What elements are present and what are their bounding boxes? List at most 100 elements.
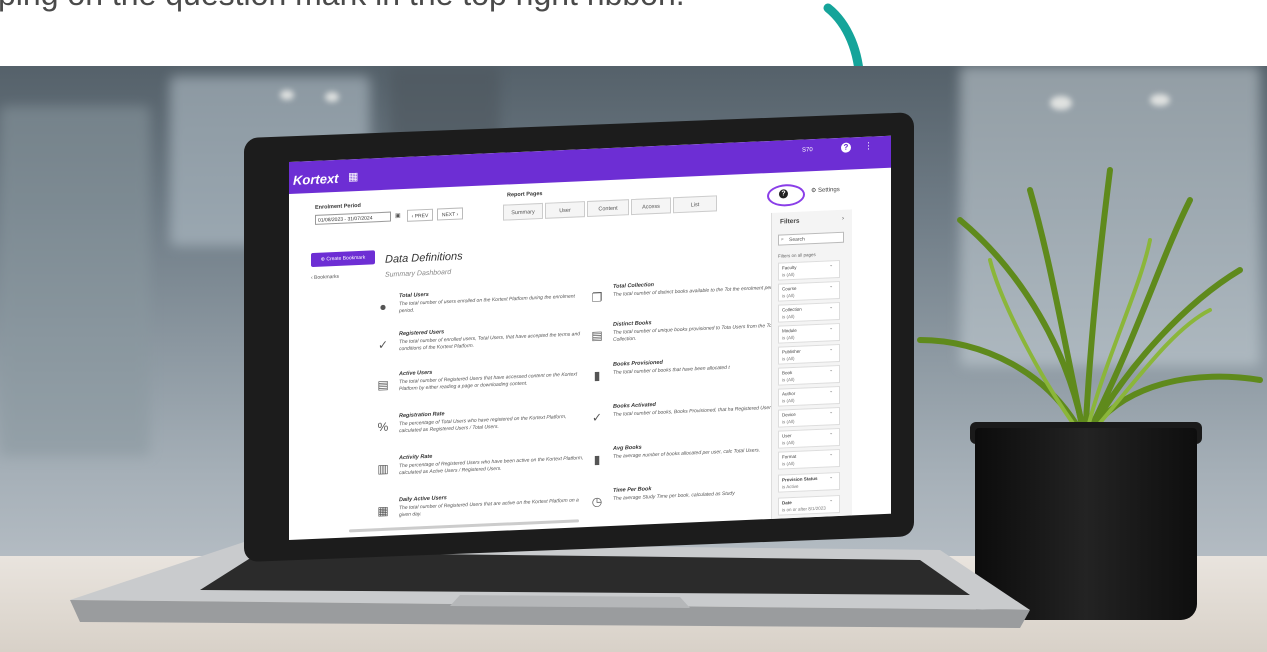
filters-title: Filters xyxy=(780,217,800,226)
next-button[interactable]: NEXT › xyxy=(437,207,463,221)
filter-name: Collection xyxy=(782,306,802,313)
definition-total-users: ● Total Users The total number of users … xyxy=(377,285,587,314)
user-calendar-icon: ▦ xyxy=(377,503,389,519)
definition-title: Total Collection xyxy=(613,282,655,290)
kortext-logo[interactable]: Kortext xyxy=(293,171,339,188)
enrolment-period-label: Enrolment Period xyxy=(315,202,361,211)
caption-text: ping on the question mark in the top rig… xyxy=(0,0,685,13)
calendar-icon[interactable]: ▣ xyxy=(395,212,401,219)
filter-name: Format xyxy=(782,453,797,460)
settings-button[interactable]: ⚙ Settings xyxy=(811,186,840,194)
tab-summary[interactable]: Summary xyxy=(503,202,543,221)
chevron-down-icon[interactable]: ⌄ xyxy=(829,262,833,268)
filter-card-collection[interactable]: Collection is (All) ⌄ xyxy=(778,301,840,323)
filter-value: is (All) xyxy=(782,376,795,383)
filter-name: Faculty xyxy=(782,264,797,271)
tab-access[interactable]: Access xyxy=(631,197,671,216)
definition-registration-rate: % Registration Rate The percentage of To… xyxy=(377,405,587,434)
filter-card-user[interactable]: User is (All) ⌄ xyxy=(778,427,840,449)
definition-title: Registered Users xyxy=(399,329,445,338)
definition-title: Books Provisioned xyxy=(613,359,663,368)
book-stack-icon: ▮ xyxy=(593,368,601,383)
chevron-down-icon[interactable]: ⌄ xyxy=(829,474,833,480)
filter-name: Course xyxy=(782,285,797,292)
filter-name: Author xyxy=(782,390,796,397)
filter-value: is on or after 8/1/2023 xyxy=(782,505,826,513)
laptop-keyboard-icon xyxy=(70,542,1030,628)
definition-title: Time Per Book xyxy=(613,486,652,494)
definition-registered-users: ✓ Registered Users The total number of e… xyxy=(377,323,587,352)
definition-time-per-book: ◷ Time Per Book The average Study Time p… xyxy=(591,480,801,509)
chevron-down-icon[interactable]: ⌄ xyxy=(829,388,833,394)
prev-button[interactable]: ‹ PREV xyxy=(407,208,433,222)
filter-value: is (All) xyxy=(782,313,795,320)
user-check-icon: ✓ xyxy=(377,337,389,353)
plant-leaves-icon xyxy=(917,167,1263,443)
definition-books-provisioned: ▮ Books Provisioned The total number of … xyxy=(591,354,801,383)
filter-card-course[interactable]: Course is (All) ⌄ xyxy=(778,280,840,302)
filters-on-all-pages-label: Filters on all pages xyxy=(778,252,816,259)
filter-card-author[interactable]: Author is (All) ⌄ xyxy=(778,385,840,407)
filter-card-format[interactable]: Format is (All) ⌄ xyxy=(778,448,840,470)
chevron-down-icon[interactable]: ⌄ xyxy=(829,283,833,289)
filter-card-publisher[interactable]: Publisher is (All) ⌄ xyxy=(778,343,840,365)
books-icon: ▤ xyxy=(591,328,603,343)
bookmarks-link[interactable]: ‹ Bookmarks xyxy=(311,274,339,281)
filter-card-provision-status[interactable]: Provision Status is Active ⌄ xyxy=(778,471,840,493)
report-pages-label: Report Pages xyxy=(507,190,543,199)
caption-area: ping on the question mark in the top rig… xyxy=(0,0,1267,66)
chevron-down-icon[interactable]: ⌄ xyxy=(829,367,833,373)
definition-title: Active Users xyxy=(399,369,433,378)
definition-title: Activity Rate xyxy=(399,453,433,462)
chevron-down-icon[interactable]: ⌄ xyxy=(829,451,833,457)
filter-card-faculty[interactable]: Faculty is (All) ⌄ xyxy=(778,259,840,281)
question-mark-icon[interactable]: ? xyxy=(841,142,851,153)
definition-title: Avg Books xyxy=(613,444,642,452)
filter-value: is Active xyxy=(782,483,799,490)
user-id: S70 xyxy=(802,147,813,154)
tab-list[interactable]: List xyxy=(673,195,717,214)
filter-name: Provision Status xyxy=(782,475,818,483)
filters-pane: Filters › Search ⌕ Filters on all pages … xyxy=(771,209,852,519)
filter-card-date[interactable]: Date is on or after 8/1/2023 ⌄ xyxy=(778,494,840,516)
tab-user[interactable]: User xyxy=(545,201,585,219)
create-bookmark-button[interactable]: ⊕ Create Bookmark xyxy=(311,250,375,268)
chevron-down-icon[interactable]: ⌄ xyxy=(829,346,833,352)
definition-total-collection: ❐ Total Collection The total number of d… xyxy=(591,276,801,305)
filter-value: is (All) xyxy=(782,460,795,467)
definition-title: Registration Rate xyxy=(399,411,445,420)
user-icon: ● xyxy=(379,299,387,315)
laptop-screen: Kortext ▦ S70 ? ⋮ Enrolment Period 01/08… xyxy=(289,135,891,540)
page-title: Data Definitions xyxy=(385,250,463,266)
filter-value: is (All) xyxy=(782,397,795,404)
filter-card-module[interactable]: Module is (All) ⌄ xyxy=(778,322,840,344)
definition-title: Total Users xyxy=(399,291,429,300)
filter-name: Module xyxy=(782,327,797,334)
chevron-down-icon[interactable]: ⌄ xyxy=(829,497,833,503)
tab-content[interactable]: Content xyxy=(587,199,629,217)
definition-active-users: ▤ Active Users The total number of Regis… xyxy=(377,363,587,392)
chevron-down-icon[interactable]: ⌄ xyxy=(829,304,833,310)
filter-value: is (All) xyxy=(782,418,795,425)
enrolment-period-input[interactable]: 01/08/2023 - 31/07/2024 xyxy=(315,211,391,225)
definition-daily-active-users: ▦ Daily Active Users The total number of… xyxy=(377,489,587,518)
definition-title: Books Activated xyxy=(613,401,656,410)
filter-card-book[interactable]: Book is (All) ⌄ xyxy=(778,364,840,386)
definition-title: Distinct Books xyxy=(613,320,652,328)
book-user-icon: ▮ xyxy=(593,452,601,467)
filter-name: User xyxy=(782,433,792,439)
collapse-filters-icon[interactable]: › xyxy=(842,216,844,222)
book-icon: ❐ xyxy=(591,290,603,305)
more-menu-icon[interactable]: ⋮ xyxy=(864,141,873,152)
user-activity-icon: ▥ xyxy=(377,461,389,477)
chevron-down-icon[interactable]: ⌄ xyxy=(829,409,833,415)
chevron-down-icon[interactable]: ⌄ xyxy=(829,430,833,436)
book-clock-icon: ◷ xyxy=(591,494,603,509)
filter-value: is (All) xyxy=(782,334,795,341)
definition-activity-rate: ▥ Activity Rate The percentage of Regist… xyxy=(377,447,587,476)
book-check-icon: ✓ xyxy=(591,410,603,425)
definition-avg-books: ▮ Avg Books The average number of books … xyxy=(591,438,801,467)
chevron-down-icon[interactable]: ⌄ xyxy=(829,325,833,331)
filter-card-device[interactable]: Device is (All) ⌄ xyxy=(778,406,840,428)
filters-search-input[interactable]: Search xyxy=(778,231,844,246)
